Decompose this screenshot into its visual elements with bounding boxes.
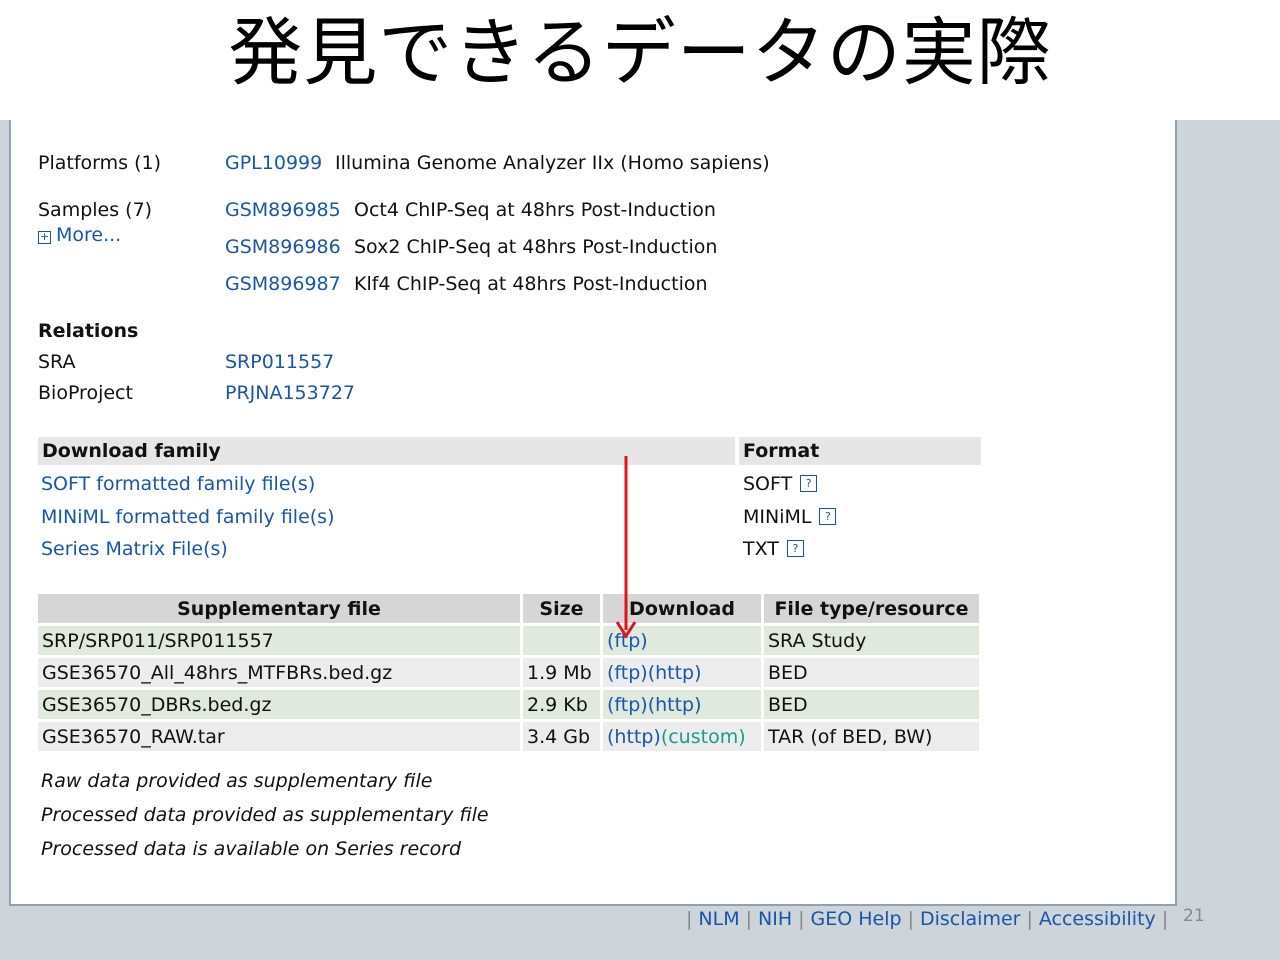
footer-separator: | [907, 908, 914, 930]
relation-label: BioProject [38, 382, 133, 404]
file-size: 1.9 Mb [523, 658, 600, 687]
http-link[interactable]: (http) [648, 694, 702, 716]
download-cell: (ftp)(http) [603, 658, 761, 687]
table-row: GSE36570_All_48hrs_MTFBRs.bed.gz 1.9 Mb … [38, 658, 979, 687]
platform-link[interactable]: GPL10999 [225, 152, 322, 174]
relation-label: SRA [38, 351, 76, 373]
file-size: 3.4 Gb [523, 722, 600, 751]
soft-family-link[interactable]: SOFT formatted family file(s) [41, 473, 315, 495]
footer-separator: | [798, 908, 805, 930]
file-size [523, 626, 600, 655]
format-label: MINiML [743, 506, 812, 528]
miniml-family-link[interactable]: MINiML formatted family file(s) [41, 506, 334, 528]
format-header: Format [739, 437, 981, 465]
expand-plus-icon: + [38, 230, 51, 244]
ftp-link[interactable]: (ftp) [607, 694, 648, 716]
col-header-size: Size [523, 594, 600, 623]
ftp-link[interactable]: (ftp) [607, 662, 648, 684]
more-samples-link[interactable]: + More... [38, 224, 121, 246]
platform-desc: Illumina Genome Analyzer IIx (Homo sapie… [335, 152, 770, 174]
file-name: SRP/SRP011/SRP011557 [38, 626, 520, 655]
table-row: SRP/SRP011/SRP011557 (ftp) SRA Study [38, 626, 979, 655]
more-samples-label: More... [56, 224, 122, 246]
sample-desc: Oct4 ChIP-Seq at 48hrs Post-Induction [354, 199, 716, 221]
footer-link-nlm[interactable]: NLM [698, 908, 739, 930]
note-raw-data: Raw data provided as supplementary file [41, 770, 433, 792]
file-size: 2.9 Kb [523, 690, 600, 719]
sample-desc: Klf4 ChIP-Seq at 48hrs Post-Induction [354, 273, 708, 295]
platforms-label: Platforms (1) [38, 152, 161, 174]
file-name: GSE36570_All_48hrs_MTFBRs.bed.gz [38, 658, 520, 687]
format-cell: MINiML? [743, 506, 837, 528]
footer-link-disclaimer[interactable]: Disclaimer [920, 908, 1020, 930]
slide-title: 発見できるデータの実際 [228, 10, 1052, 96]
footer-separator: | [1026, 908, 1033, 930]
sample-desc: Sox2 ChIP-Seq at 48hrs Post-Induction [354, 236, 718, 258]
note-series-record: Processed data is available on Series re… [41, 838, 462, 860]
file-name: GSE36570_DBRs.bed.gz [38, 690, 520, 719]
download-cell: (ftp)(http) [603, 690, 761, 719]
footer-separator: | [686, 908, 693, 930]
samples-label: Samples (7) [38, 199, 153, 221]
relations-heading: Relations [38, 320, 139, 342]
table-row: GSE36570_RAW.tar 3.4 Gb (http)(custom) T… [38, 722, 979, 751]
http-link[interactable]: (http) [648, 662, 702, 684]
file-name: GSE36570_RAW.tar [38, 722, 520, 751]
sample-link[interactable]: GSM896987 [225, 273, 341, 295]
help-icon[interactable]: ? [786, 540, 804, 557]
format-label: SOFT [743, 473, 793, 495]
help-icon[interactable]: ? [819, 508, 837, 525]
http-link[interactable]: (http) [607, 726, 661, 748]
bioproject-link[interactable]: PRJNA153727 [225, 382, 355, 404]
footer-links: | NLM | NIH | GEO Help | Disclaimer | Accessibili… [680, 908, 1174, 930]
file-type: SRA Study [764, 626, 979, 655]
sample-link[interactable]: GSM896986 [225, 236, 341, 258]
sra-link[interactable]: SRP011557 [225, 351, 334, 373]
supplementary-table: Supplementary file Size Download File ty… [35, 591, 982, 754]
red-arrow-annotation [615, 456, 637, 639]
note-processed-data: Processed data provided as supplementary… [41, 804, 489, 826]
format-cell: SOFT? [743, 473, 818, 495]
footer-separator: | [745, 908, 753, 930]
file-type: BED [764, 658, 979, 687]
custom-link[interactable]: (custom) [661, 726, 746, 748]
sample-link[interactable]: GSM896985 [225, 199, 341, 221]
col-header-type: File type/resource [764, 594, 979, 623]
footer-link-accessibility[interactable]: Accessibility [1039, 908, 1156, 930]
series-matrix-link[interactable]: Series Matrix File(s) [41, 538, 228, 560]
format-label: TXT [743, 538, 779, 560]
footer-link-nih[interactable]: NIH [758, 908, 792, 930]
format-cell: TXT? [743, 538, 804, 560]
help-icon[interactable]: ? [800, 475, 818, 492]
file-type: BED [764, 690, 979, 719]
col-header-file: Supplementary file [38, 594, 520, 623]
footer-link-geo-help[interactable]: GEO Help [811, 908, 902, 930]
download-cell: (http)(custom) [603, 722, 761, 751]
slide-page-number: 21 [1183, 906, 1205, 926]
table-row: GSE36570_DBRs.bed.gz 2.9 Kb (ftp)(http) … [38, 690, 979, 719]
footer-separator: | [1161, 908, 1169, 930]
file-type: TAR (of BED, BW) [764, 722, 979, 751]
